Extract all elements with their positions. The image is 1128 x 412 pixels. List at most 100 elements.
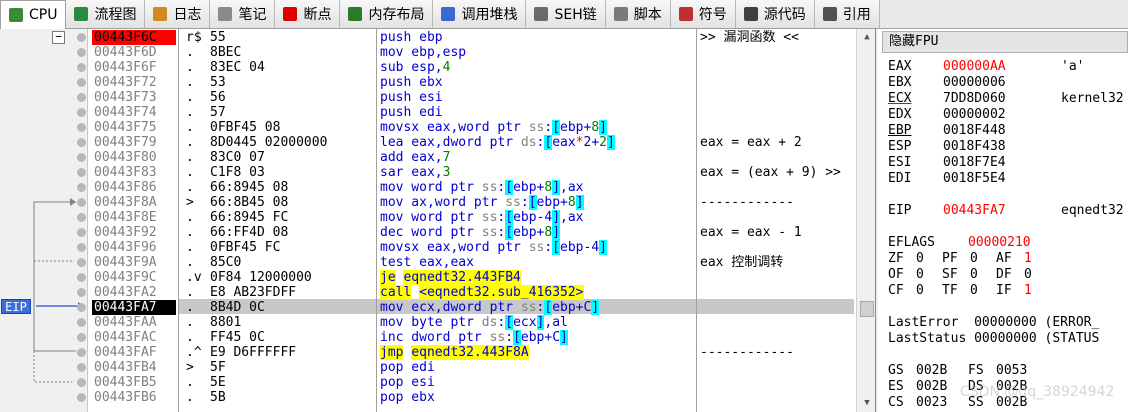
instruction-address[interactable]: 00443FAF (92, 345, 176, 360)
instruction-text[interactable]: pop edi (380, 360, 694, 375)
instruction-address[interactable]: 00443FA2 (92, 285, 176, 300)
disasm-row[interactable]: 00443F92. 66:FF4D 08 dec word ptr ss:[ebp+… (0, 225, 856, 240)
instruction-address[interactable]: 00443FA7 (92, 300, 176, 315)
register-ecx[interactable]: ECX 7DD8D060 kernel32 (888, 91, 1124, 107)
disasm-row[interactable]: 00443F75. 0FBF45 08 movsx eax,word ptr ss:… (0, 120, 856, 135)
instruction-address[interactable]: 00443FB6 (92, 390, 176, 405)
register-esp[interactable]: ESP 0018F438 (888, 139, 1061, 155)
instruction-text[interactable]: mov byte ptr ds:[ecx],al (380, 315, 694, 330)
disasm-row[interactable]: 00443FAA. 8801 mov byte ptr ds:[ecx],al (0, 315, 856, 330)
instruction-address[interactable]: 00443F9C (92, 270, 176, 285)
disasm-row[interactable]: 00443F96. 0FBF45 FC movsx eax,word ptr ss:… (0, 240, 856, 255)
register-ebx[interactable]: EBX 00000006 (888, 75, 1061, 91)
disasm-scrollbar[interactable]: ▲ ▼ (856, 29, 875, 412)
disasm-row[interactable]: 00443F6F. 83EC 04 sub esp,4 (0, 60, 856, 75)
instruction-address[interactable]: 00443F6D (92, 45, 176, 60)
instruction-text[interactable]: pop ebx (380, 390, 694, 405)
disasm-row[interactable]: 00443F8A >66:8B45 08 mov ax,word ptr ss:[e… (0, 195, 856, 210)
eflags-value[interactable]: 00000210 (968, 235, 1031, 250)
disasm-row[interactable]: 00443F9A. 85C0 test eax,eax eax 控制调转 (0, 255, 856, 270)
instruction-address[interactable]: 00443F74 (92, 105, 176, 120)
register-value[interactable]: 0018F438 (943, 139, 1061, 155)
flag-value[interactable]: 0 (970, 283, 996, 299)
disasm-row[interactable]: 00443FA7. 8B4D 0C mov ecx,dword ptr ss:[eb… (0, 300, 856, 315)
instruction-address[interactable]: 00443F86 (92, 180, 176, 195)
register-value[interactable]: 000000AA (943, 59, 1061, 75)
eflags[interactable]: EFLAGS 00000210 (888, 235, 1031, 251)
tab-references[interactable]: 引用 (814, 0, 880, 28)
tab-script[interactable]: 脚本 (605, 0, 671, 28)
instruction-address[interactable]: 00443F83 (92, 165, 176, 180)
tab-source-code[interactable]: 源代码 (735, 0, 815, 28)
instruction-text[interactable]: mov ebp,esp (380, 45, 694, 60)
disasm-row[interactable]: 00443FA2. E8 AB23FDFF call <eqnedt32.sub_4… (0, 285, 856, 300)
disasm-row[interactable]: 00443F86. 66:8945 08 mov word ptr ss:[ebp+… (0, 180, 856, 195)
register-value[interactable]: 00443FA7 (943, 203, 1061, 219)
register-ebp[interactable]: EBP 0018F448 (888, 123, 1061, 139)
instruction-address[interactable]: 00443F72 (92, 75, 176, 90)
tab-memory-map[interactable]: 内存布局 (340, 0, 434, 28)
tab-notes[interactable]: 笔记 (210, 0, 276, 28)
instruction-text[interactable]: mov word ptr ss:[ebp-4],ax (380, 210, 694, 225)
register-value[interactable]: 0018F448 (943, 123, 1061, 139)
instruction-text[interactable]: test eax,eax (380, 255, 694, 270)
tab-call-stack[interactable]: 调用堆栈 (433, 0, 527, 28)
instruction-text[interactable]: push esi (380, 90, 694, 105)
disasm-row[interactable]: 00443F74. 57 push edi (0, 105, 856, 120)
instruction-text[interactable]: jmp eqnedt32.443F8A (380, 345, 694, 360)
register-edx[interactable]: EDX 00000002 (888, 107, 1061, 123)
instruction-address[interactable]: 00443F73 (92, 90, 176, 105)
flag-value[interactable]: 0 (1024, 267, 1050, 283)
disasm-row[interactable]: 00443F6C r$ 55 push ebp >> 漏洞函数 << (0, 30, 856, 45)
tab-breakpoint[interactable]: 断点 (275, 0, 341, 28)
instruction-text[interactable]: sar eax,3 (380, 165, 694, 180)
instruction-text[interactable]: mov ecx,dword ptr ss:[ebp+C] (380, 300, 694, 315)
hide-fpu-button[interactable]: 隐藏FPU (882, 31, 1128, 53)
disasm-row[interactable]: 00443F73. 56 push esi (0, 90, 856, 105)
disasm-row[interactable]: 00443F8E. 66:8945 FC mov word ptr ss:[ebp-… (0, 210, 856, 225)
instruction-text[interactable]: add eax,7 (380, 150, 694, 165)
flag-value[interactable]: 0 (916, 267, 942, 283)
instruction-address[interactable]: 00443F8E (92, 210, 176, 225)
disasm-row[interactable]: 00443F79. 8D0445 02000000 lea eax,dword pt… (0, 135, 856, 150)
instruction-address[interactable]: 00443F6C (92, 30, 176, 45)
disasm-row[interactable]: 00443FB5. 5E pop esi (0, 375, 856, 390)
instruction-text[interactable]: je eqnedt32.443FB4 (380, 270, 694, 285)
scroll-thumb[interactable] (860, 301, 874, 317)
instruction-text[interactable]: sub esp,4 (380, 60, 694, 75)
instruction-address[interactable]: 00443F79 (92, 135, 176, 150)
register-esi[interactable]: ESI 0018F7E4 (888, 155, 1061, 171)
instruction-address[interactable]: 00443F6F (92, 60, 176, 75)
instruction-text[interactable]: mov word ptr ss:[ebp+8],ax (380, 180, 694, 195)
tab-flowchart[interactable]: 流程图 (66, 0, 146, 28)
instruction-text[interactable]: push ebp (380, 30, 694, 45)
scroll-down-icon[interactable]: ▼ (859, 395, 875, 411)
instruction-address[interactable]: 00443F8A (92, 195, 176, 210)
instruction-text[interactable]: push edi (380, 105, 694, 120)
flag-value[interactable]: 1 (1024, 251, 1050, 267)
scroll-up-icon[interactable]: ▲ (859, 29, 875, 45)
instruction-address[interactable]: 00443FAA (92, 315, 176, 330)
disasm-row[interactable]: 00443F83. C1F8 03 sar eax,3 eax = (eax + 9)… (0, 165, 856, 180)
instruction-address[interactable]: 00443F96 (92, 240, 176, 255)
instruction-address[interactable]: 00443F75 (92, 120, 176, 135)
disasm-row[interactable]: 00443FAF .^ E9 D6FFFFFF jmp eqnedt32.443F8A… (0, 345, 856, 360)
instruction-text[interactable]: lea eax,dword ptr ds:[eax*2+2] (380, 135, 694, 150)
instruction-text[interactable]: push ebx (380, 75, 694, 90)
instruction-text[interactable]: mov ax,word ptr ss:[ebp+8] (380, 195, 694, 210)
flag-value[interactable]: 0 (970, 267, 996, 283)
flag-value[interactable]: 0 (970, 251, 996, 267)
instruction-text[interactable]: call <eqnedt32.sub_416352> (380, 285, 694, 300)
register-value[interactable]: 0018F7E4 (943, 155, 1061, 171)
tab-cpu[interactable]: CPU (0, 0, 67, 29)
instruction-text[interactable]: movsx eax,word ptr ss:[ebp-4] (380, 240, 694, 255)
disasm-row[interactable]: 00443FB4 >5F pop edi (0, 360, 856, 375)
instruction-address[interactable]: 00443F92 (92, 225, 176, 240)
disasm-row[interactable]: 00443F9C .v 0F84 12000000 je eqnedt32.443FB… (0, 270, 856, 285)
disasm-row[interactable]: 00443FB6. 5B pop ebx (0, 390, 856, 405)
disasm-row[interactable]: 00443F80. 83C0 07 add eax,7 (0, 150, 856, 165)
register-value[interactable]: 0018F5E4 (943, 171, 1061, 187)
instruction-text[interactable]: pop esi (380, 375, 694, 390)
register-edi[interactable]: EDI 0018F5E4 (888, 171, 1061, 187)
disassembly-pane[interactable]: − EIP 00443F6C r$ 55 push ebp >> 漏洞函数 << 0044… (0, 29, 876, 412)
